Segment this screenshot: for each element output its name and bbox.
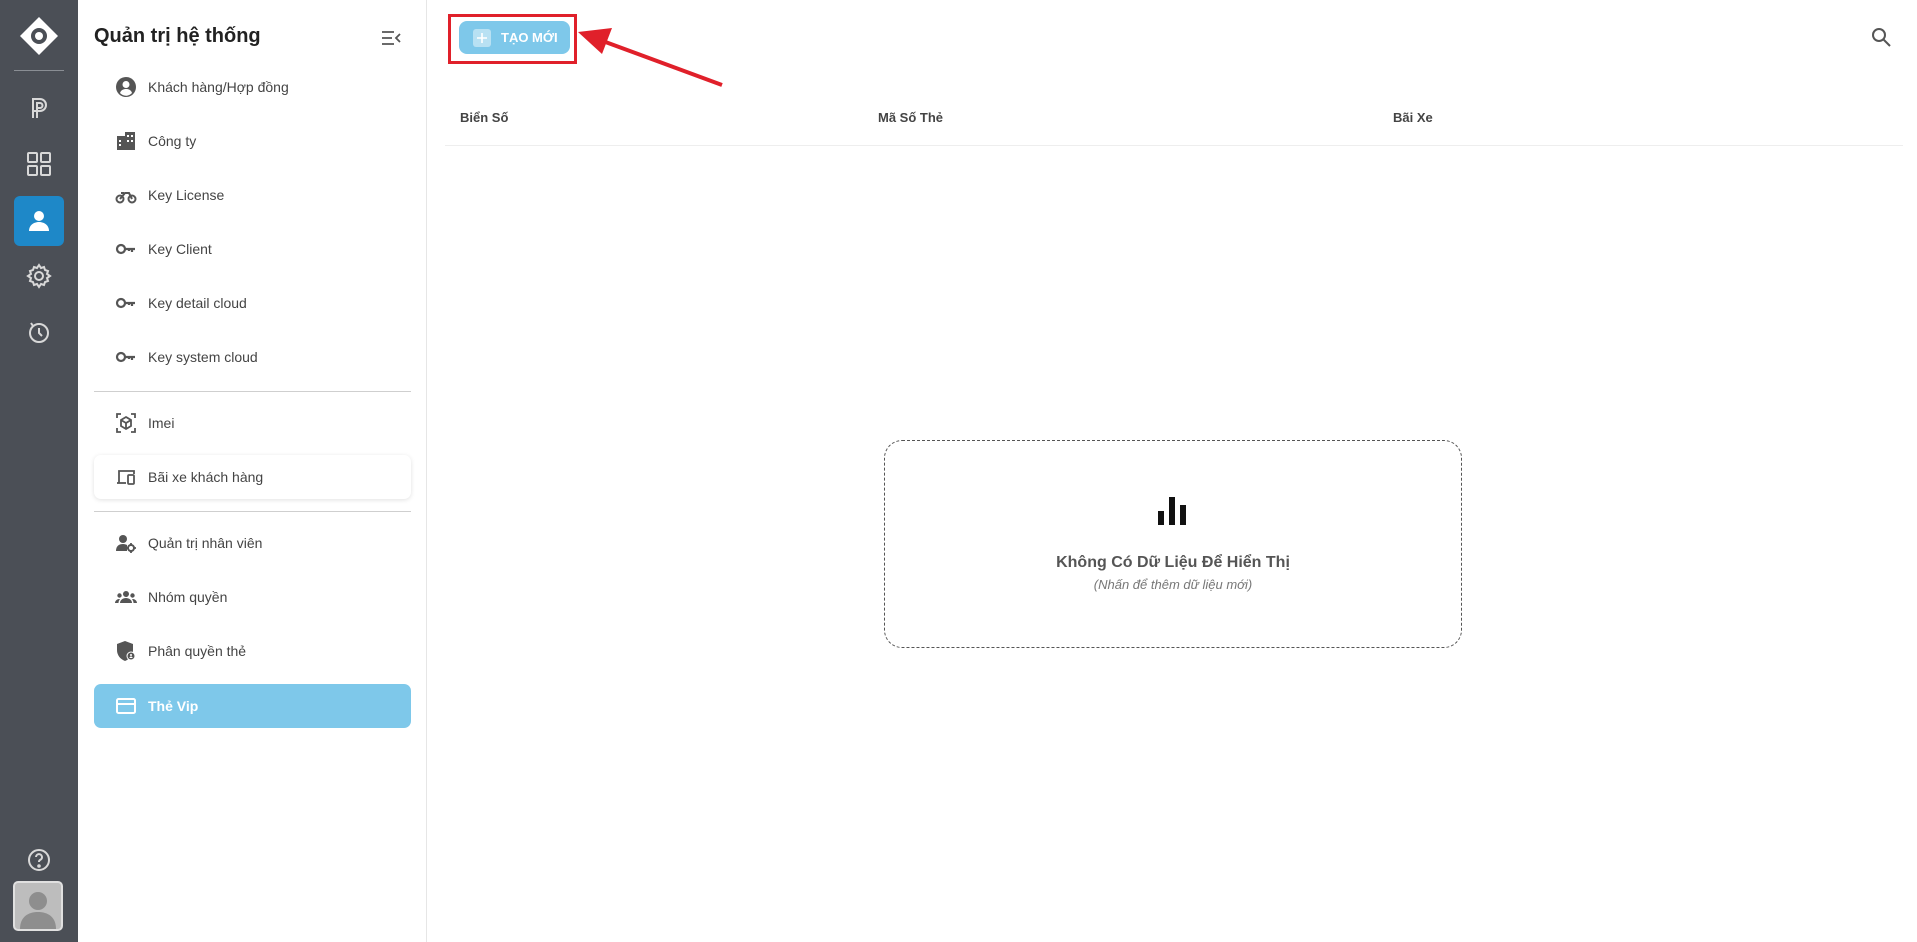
sidebar-item-card-permissions[interactable]: Phân quyền thẻ bbox=[94, 629, 411, 673]
user-icon bbox=[29, 211, 49, 231]
sidebar-item-label: Công ty bbox=[148, 133, 197, 149]
sidebar-item-label: Key Client bbox=[148, 241, 212, 257]
sidebar-divider bbox=[94, 511, 411, 512]
sidebar-item-key-client[interactable]: Key Client bbox=[94, 227, 411, 271]
building-icon bbox=[114, 129, 138, 153]
collapse-menu-icon[interactable] bbox=[380, 27, 402, 49]
sidebar-item-vip-card[interactable]: Thẻ Vip bbox=[94, 684, 411, 728]
avatar[interactable] bbox=[13, 881, 63, 931]
table-header-divider bbox=[445, 145, 1903, 146]
avatar-placeholder-icon bbox=[20, 892, 56, 929]
scan-cube-icon bbox=[114, 411, 138, 435]
group-icon bbox=[114, 585, 138, 609]
rail-admin-button[interactable] bbox=[14, 196, 64, 246]
motorbike-icon bbox=[114, 183, 138, 207]
sidebar-item-customer-parking[interactable]: Bãi xe khách hàng bbox=[94, 455, 411, 499]
credit-card-icon bbox=[114, 694, 138, 718]
sidebar-divider bbox=[94, 391, 411, 392]
create-new-label: TẠO MỚI bbox=[501, 30, 558, 45]
rail-parking-button[interactable] bbox=[14, 83, 64, 133]
rail-settings-button[interactable] bbox=[14, 251, 64, 301]
user-cog-icon bbox=[114, 531, 138, 555]
sidebar-item-label: Quản trị nhân viên bbox=[148, 535, 263, 551]
sidebar-item-label: Key License bbox=[148, 187, 225, 203]
app-rail bbox=[0, 0, 78, 942]
sidebar-item-label: Thẻ Vip bbox=[148, 698, 199, 714]
empty-state-subtitle: (Nhấn để thêm dữ liệu mới) bbox=[1093, 577, 1253, 592]
sidebar-item-customers[interactable]: Khách hàng/Hợp đồng bbox=[94, 65, 411, 109]
sidebar-item-key-license[interactable]: Key License bbox=[94, 173, 411, 217]
shield-icon bbox=[114, 639, 138, 663]
column-header-card-number[interactable]: Mã Số Thẻ bbox=[878, 110, 943, 125]
sidebar-item-company[interactable]: Công ty bbox=[94, 119, 411, 163]
key-icon bbox=[114, 345, 138, 369]
account-circle-icon bbox=[114, 75, 138, 99]
grid-icon bbox=[27, 152, 51, 176]
sidebar-item-label: Imei bbox=[148, 415, 175, 431]
sidebar-item-imei[interactable]: Imei bbox=[94, 401, 411, 445]
empty-state-title: Không Có Dữ Liệu Để Hiển Thị bbox=[1056, 554, 1290, 571]
sidebar-item-staff-admin[interactable]: Quản trị nhân viên bbox=[94, 521, 411, 565]
devices-icon bbox=[114, 465, 138, 489]
sidebar-item-permission-groups[interactable]: Nhóm quyền bbox=[94, 575, 411, 619]
empty-state-add-button[interactable]: Không Có Dữ Liệu Để Hiển Thị (Nhấn để th… bbox=[884, 440, 1462, 648]
sidebar-item-label: Nhóm quyền bbox=[148, 589, 228, 605]
rail-history-button[interactable] bbox=[14, 307, 64, 357]
search-icon[interactable] bbox=[1870, 26, 1892, 48]
history-icon bbox=[29, 322, 49, 343]
annotation-arrow-icon bbox=[578, 28, 723, 87]
key-icon bbox=[114, 291, 138, 315]
sidebar-item-label: Key detail cloud bbox=[148, 295, 247, 311]
plus-icon bbox=[473, 28, 491, 47]
help-icon bbox=[28, 849, 50, 871]
column-header-plate[interactable]: Biển Số bbox=[460, 110, 508, 125]
sidebar-title: Quản trị hệ thống bbox=[94, 25, 261, 47]
sidebar-item-label: Bãi xe khách hàng bbox=[148, 469, 264, 485]
sidebar-item-label: Khách hàng/Hợp đồng bbox=[148, 79, 289, 95]
bar-chart-icon bbox=[1158, 497, 1186, 525]
rail-divider bbox=[14, 70, 64, 71]
rail-help-button[interactable] bbox=[14, 835, 64, 885]
key-icon bbox=[114, 237, 138, 261]
sidebar-item-label: Key system cloud bbox=[148, 349, 258, 365]
parking-icon bbox=[32, 98, 47, 118]
rail-dashboard-button[interactable] bbox=[14, 139, 64, 189]
sidebar-item-key-detail-cloud[interactable]: Key detail cloud bbox=[94, 281, 411, 325]
column-header-parking-lot[interactable]: Bãi Xe bbox=[1393, 110, 1433, 125]
sidebar: Quản trị hệ thống Khách hàng/Hợp đồng Cô… bbox=[78, 0, 427, 942]
sidebar-item-key-system-cloud[interactable]: Key system cloud bbox=[94, 335, 411, 379]
app-logo-icon[interactable] bbox=[19, 16, 59, 56]
create-new-button[interactable]: TẠO MỚI bbox=[459, 21, 570, 54]
sidebar-item-label: Phân quyền thẻ bbox=[148, 643, 247, 659]
gear-icon bbox=[26, 263, 52, 289]
